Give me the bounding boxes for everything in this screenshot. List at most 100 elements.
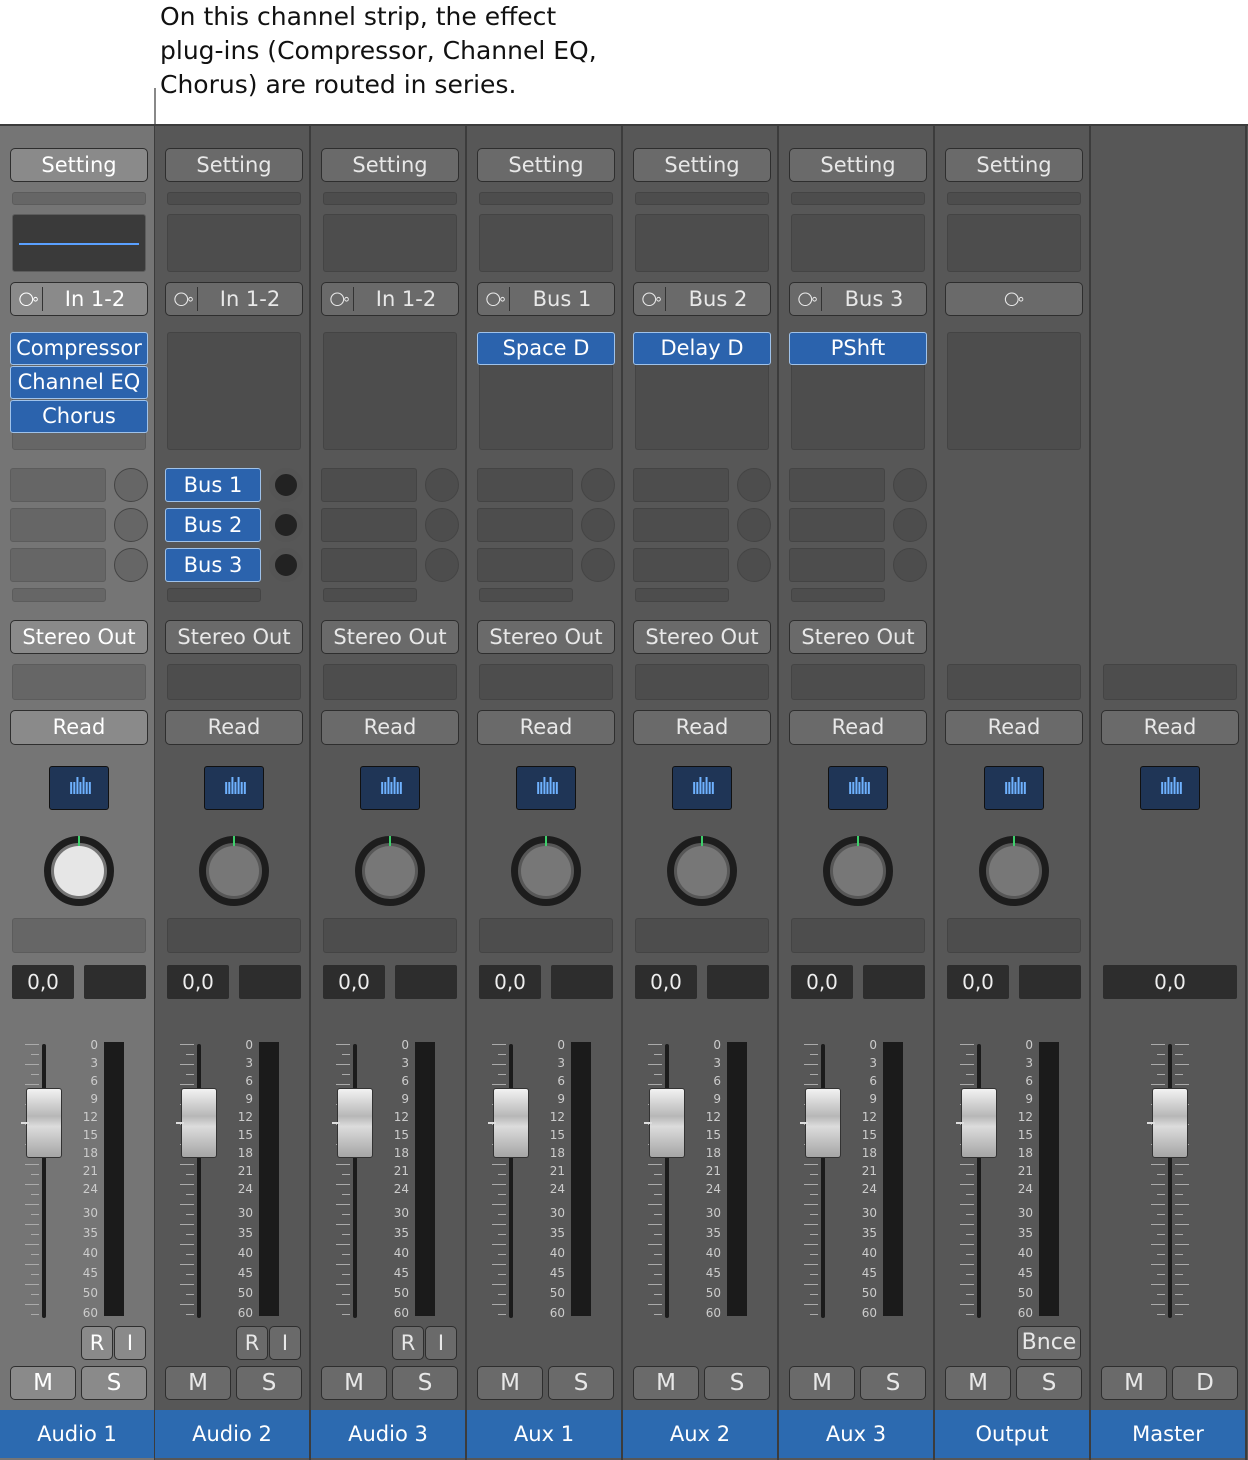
send-level-knob[interactable] <box>893 508 927 542</box>
send-slot[interactable]: Bus 1 <box>165 468 261 502</box>
send-slot[interactable] <box>789 508 885 542</box>
mute-button[interactable]: M <box>633 1366 699 1400</box>
peak-value[interactable] <box>84 965 146 999</box>
send-slot[interactable]: Bus 2 <box>165 508 261 542</box>
group-slot[interactable] <box>323 664 457 700</box>
send-level-knob[interactable] <box>269 508 303 542</box>
channel-strip[interactable]: Setting ⧂ Bus 1 Space D Stereo Out Read ıılılı… <box>467 126 623 1460</box>
volume-value[interactable]: 0,0 <box>167 965 229 999</box>
peak-value[interactable] <box>239 965 301 999</box>
volume-fader[interactable] <box>26 1088 62 1158</box>
channel-strip[interactable]: Setting ⧂ Bus 3 PShft Stereo Out Read ıılılıı 0… <box>779 126 935 1460</box>
peak-value[interactable] <box>1019 965 1081 999</box>
volume-fader-track[interactable] <box>42 1044 46 1318</box>
send-slot[interactable] <box>10 508 106 542</box>
volume-fader[interactable] <box>181 1088 217 1158</box>
volume-value[interactable]: 0,0 <box>791 965 853 999</box>
input-slot[interactable]: ⧂ In 1-2 <box>321 282 459 316</box>
send-level-knob[interactable] <box>425 468 459 502</box>
volume-value[interactable]: 0,0 <box>323 965 385 999</box>
input-slot[interactable]: ⧂ In 1-2 <box>165 282 303 316</box>
group-slot[interactable] <box>791 664 925 700</box>
send-level-knob[interactable] <box>114 508 148 542</box>
peak-value[interactable] <box>551 965 613 999</box>
send-level-knob[interactable] <box>581 508 615 542</box>
waveform-icon[interactable]: ıılılıı <box>516 766 576 810</box>
eq-thumbnail[interactable] <box>947 214 1081 272</box>
group-slot[interactable] <box>167 664 301 700</box>
send-level-knob[interactable] <box>114 468 148 502</box>
input-slot[interactable]: ⧂ Bus 3 <box>789 282 927 316</box>
channel-strip[interactable]: Setting ⧂ In 1-2 Compressor Channel EQ Chorus… <box>0 126 156 1460</box>
eq-thumbnail[interactable] <box>635 214 769 272</box>
mute-button[interactable]: M <box>165 1366 231 1400</box>
send-slot[interactable] <box>789 468 885 502</box>
send-level-knob[interactable] <box>737 468 771 502</box>
send-slot[interactable] <box>321 508 417 542</box>
send-level-knob[interactable] <box>269 548 303 582</box>
send-slot-empty[interactable] <box>635 588 729 602</box>
record-enable-button[interactable]: R <box>236 1326 268 1360</box>
channel-name[interactable]: Master <box>1091 1410 1245 1458</box>
solo-button[interactable]: S <box>704 1366 770 1400</box>
group-slot[interactable] <box>12 664 146 700</box>
solo-button[interactable]: S <box>236 1366 302 1400</box>
send-level-knob[interactable] <box>114 548 148 582</box>
volume-fader-track[interactable] <box>353 1044 357 1318</box>
peak-value[interactable] <box>707 965 769 999</box>
send-slot[interactable] <box>321 468 417 502</box>
volume-fader[interactable] <box>961 1088 997 1158</box>
setting-button[interactable]: Setting <box>165 148 303 182</box>
mute-button[interactable]: M <box>321 1366 387 1400</box>
plugin-slot[interactable]: Chorus <box>10 400 148 433</box>
volume-fader-track[interactable] <box>1168 1044 1172 1318</box>
setting-button[interactable]: Setting <box>321 148 459 182</box>
output-slot[interactable]: Stereo Out <box>633 620 771 654</box>
group-slot[interactable] <box>1103 664 1237 700</box>
channel-name[interactable]: Aux 2 <box>623 1410 777 1458</box>
volume-fader-track[interactable] <box>665 1044 669 1318</box>
output-slot[interactable]: Stereo Out <box>477 620 615 654</box>
automation-mode-button[interactable]: Read <box>789 710 927 745</box>
send-slot-empty[interactable] <box>167 588 261 602</box>
setting-button[interactable]: Setting <box>10 148 148 182</box>
setting-button[interactable]: Setting <box>633 148 771 182</box>
send-level-knob[interactable] <box>581 548 615 582</box>
waveform-icon[interactable]: ıılılıı <box>360 766 420 810</box>
channel-strip[interactable]: Setting ⧂ In 1-2 Bus 1 Bus 2 Bus 3 Stereo Out R… <box>155 126 311 1460</box>
plugin-slot[interactable]: Delay D <box>633 332 771 365</box>
volume-fader[interactable] <box>1152 1088 1188 1158</box>
mute-button[interactable]: M <box>1101 1366 1167 1400</box>
record-enable-button[interactable]: R <box>81 1326 113 1360</box>
automation-mode-button[interactable]: Read <box>633 710 771 745</box>
input-slot[interactable]: ⧂ Bus 1 <box>477 282 615 316</box>
channel-name[interactable]: Audio 3 <box>311 1410 465 1458</box>
automation-mode-button[interactable]: Read <box>321 710 459 745</box>
automation-mode-button[interactable]: Read <box>1101 710 1239 745</box>
send-slot[interactable] <box>633 548 729 582</box>
solo-button[interactable]: S <box>1016 1366 1082 1400</box>
channel-name[interactable]: Aux 3 <box>779 1410 933 1458</box>
automation-mode-button[interactable]: Read <box>477 710 615 745</box>
automation-mode-button[interactable]: Read <box>10 710 148 745</box>
send-slot[interactable] <box>633 468 729 502</box>
send-level-knob[interactable] <box>425 548 459 582</box>
solo-button[interactable]: S <box>860 1366 926 1400</box>
eq-thumbnail[interactable] <box>12 214 146 272</box>
solo-button[interactable]: S <box>392 1366 458 1400</box>
channel-name[interactable]: Audio 2 <box>155 1410 309 1458</box>
group-slot[interactable] <box>479 664 613 700</box>
waveform-icon[interactable]: ıılılıı <box>984 766 1044 810</box>
volume-fader-track[interactable] <box>977 1044 981 1318</box>
record-enable-button[interactable]: R <box>392 1326 424 1360</box>
peak-value[interactable] <box>395 965 457 999</box>
plugin-slot[interactable]: Compressor <box>10 332 148 365</box>
send-slot-empty[interactable] <box>791 588 885 602</box>
send-level-knob[interactable] <box>581 468 615 502</box>
volume-value[interactable]: 0,0 <box>1103 965 1237 999</box>
automation-mode-button[interactable]: Read <box>945 710 1083 745</box>
volume-value[interactable]: 0,0 <box>947 965 1009 999</box>
send-slot-empty[interactable] <box>323 588 417 602</box>
channel-name[interactable]: Audio 1 <box>0 1410 154 1458</box>
setting-button[interactable]: Setting <box>945 148 1083 182</box>
